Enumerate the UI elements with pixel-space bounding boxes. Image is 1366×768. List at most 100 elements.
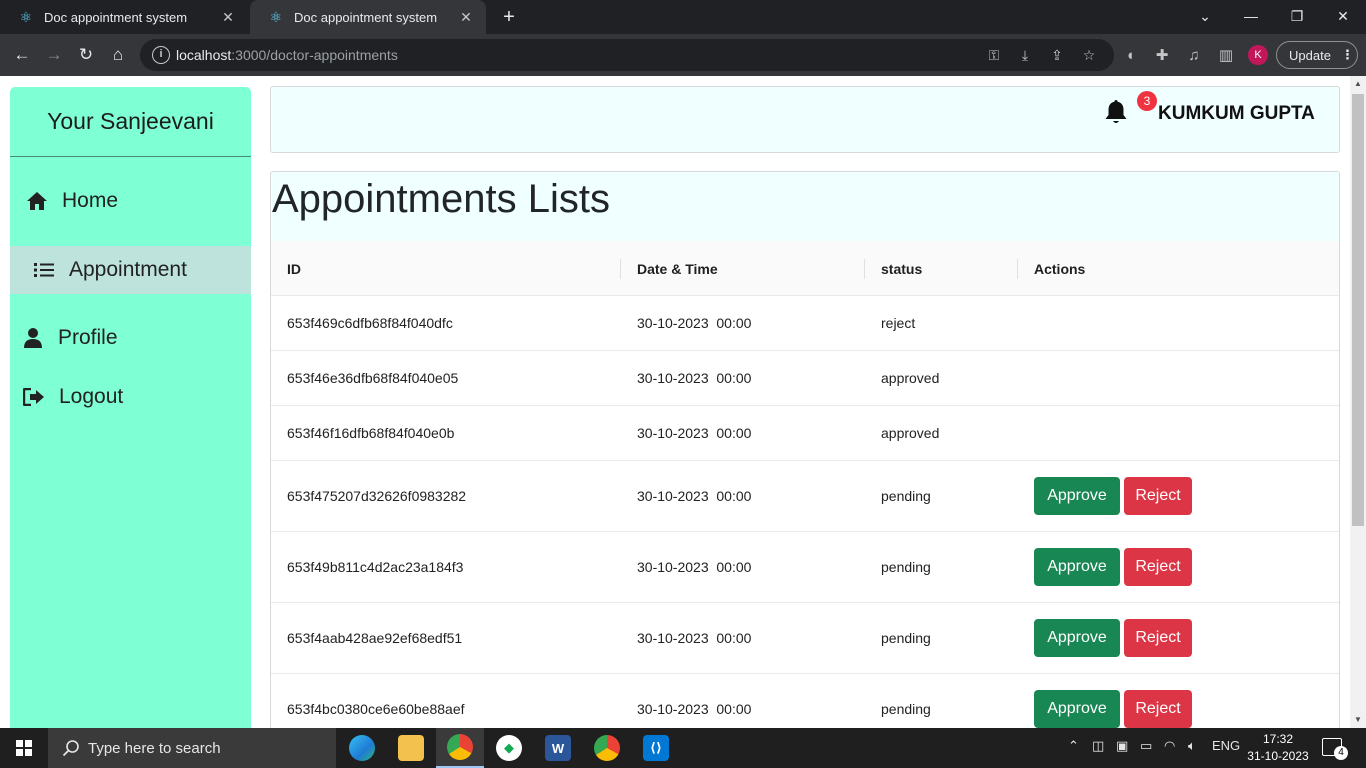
approve-button[interactable]: Approve [1034,477,1120,515]
scrollbar-thumb[interactable] [1352,94,1364,526]
table-row: 653f46f16dfb68f84f040e0b 30-10-2023 00:0… [271,406,1339,461]
taskbar-word[interactable]: W [534,728,582,768]
volume-icon[interactable]: 🔈︎ [1188,738,1196,754]
battery-icon[interactable]: ▭ [1140,738,1152,754]
cell-id: 653f469c6dfb68f84f040dfc [287,315,453,331]
forward-arrow-icon[interactable]: → [41,42,67,68]
new-tab-plus-icon[interactable]: + [498,5,520,29]
windows-start-icon[interactable] [16,740,32,756]
tab-title: Doc appointment system [294,9,438,25]
sidebar-item-appointment[interactable]: Appointment [10,246,251,294]
column-separator [620,259,621,279]
address-bar[interactable]: i localhost:3000/doctor-appointments ⚿ ⤓… [140,39,1114,71]
more-menu-icon: ⋮ [1340,47,1354,62]
key-icon[interactable]: ⚿ [985,46,1003,64]
scroll-up-arrow-icon[interactable]: ▲ [1350,76,1366,92]
taskbar-mongodb[interactable]: ◆ [485,728,533,768]
cell-datetime: 30-10-2023 00:00 [637,559,752,575]
taskbar-chrome[interactable] [583,728,631,768]
approve-button[interactable]: Approve [1034,548,1120,586]
table-row: 653f469c6dfb68f84f040dfc 30-10-2023 00:0… [271,296,1339,351]
browser-tab[interactable]: ⚛ Doc appointment system ✕ [0,0,248,34]
show-hidden-icons-chevron-icon[interactable]: ⌃ [1068,738,1079,754]
input-language[interactable]: ENG [1212,738,1240,753]
notification-badge[interactable]: 3 [1137,91,1157,111]
install-app-icon[interactable]: ⤓ [1016,46,1034,64]
logout-icon [22,385,46,409]
reject-button[interactable]: Reject [1124,477,1192,515]
side-panel-icon[interactable]: ▥ [1216,46,1236,66]
reload-icon[interactable]: ↻ [73,42,99,68]
close-tab-icon[interactable]: ✕ [220,9,236,26]
folder-icon [398,735,424,761]
sidebar-item-logout[interactable]: Logout [10,373,251,421]
table-header: ID Date & Time status Actions [271,241,1339,296]
column-header-status[interactable]: status [864,241,923,296]
share-icon[interactable]: ⇪ [1048,46,1066,64]
search-icon [62,739,80,757]
browser-toolbar: ← → ↻ ⌂ i localhost:3000/doctor-appointm… [0,34,1366,76]
notification-bell-icon[interactable] [1104,99,1130,127]
word-icon: W [545,735,571,761]
cell-status: pending [881,559,931,575]
wifi-icon[interactable]: ◠ [1164,738,1175,754]
page-scrollbar[interactable]: ▲ ▼ [1350,76,1366,728]
reject-button[interactable]: Reject [1124,548,1192,586]
page-viewport: Your Sanjeevani Home Appointment Profile… [0,76,1350,728]
taskbar-chrome-active[interactable] [436,728,484,768]
sidebar-brand: Your Sanjeevani [10,87,251,157]
restore-window-icon[interactable]: ❐ [1274,0,1320,34]
reject-button[interactable]: Reject [1124,690,1192,728]
user-name: KUMKUM GUPTA [1158,103,1315,124]
clock-date: 31-10-2023 [1247,749,1309,763]
cell-datetime: 30-10-2023 00:00 [637,315,752,331]
tab-title: Doc appointment system [44,9,188,25]
mongodb-leaf-icon: ◆ [496,735,522,761]
sidebar-item-profile[interactable]: Profile [10,314,251,362]
taskbar-clock[interactable]: 17:32 31-10-2023 [1240,731,1316,765]
column-header-label: status [881,260,923,277]
taskbar-vscode[interactable]: ⟨⟩ [632,728,680,768]
reject-button[interactable]: Reject [1124,619,1192,657]
close-window-icon[interactable]: ✕ [1320,0,1366,34]
close-tab-icon[interactable]: ✕ [458,9,474,26]
update-button[interactable]: Update ⋮ [1276,41,1358,69]
media-control-icon[interactable]: ♫ [1184,46,1204,66]
meet-now-icon[interactable]: ◫ [1092,738,1104,754]
cell-id: 653f4bc0380ce6e60be88aef [287,701,465,717]
column-header-actions[interactable]: Actions [1017,241,1085,296]
column-header-id[interactable]: ID [287,241,301,296]
vscode-icon: ⟨⟩ [643,735,669,761]
cell-datetime: 30-10-2023 00:00 [637,370,752,386]
cell-id: 653f46e36dfb68f84f040e05 [287,370,459,386]
user-icon [21,326,45,350]
taskbar-search-box[interactable]: Type here to search [48,728,336,768]
approve-button[interactable]: Approve [1034,619,1120,657]
action-center-count: 4 [1334,746,1348,760]
taskbar-edge[interactable] [338,728,386,768]
tab-search-chevron-icon[interactable]: ⌄ [1182,0,1228,34]
cell-datetime: 30-10-2023 00:00 [637,488,752,504]
taskbar-file-explorer[interactable] [387,728,435,768]
approve-button[interactable]: Approve [1034,690,1120,728]
cell-id: 653f46f16dfb68f84f040e0b [287,425,455,441]
list-icon [32,258,56,282]
sidebar-item-label: Profile [58,326,118,349]
cell-id: 653f4aab428ae92ef68edf51 [287,630,463,646]
extension-icon[interactable]: ◖ [1120,46,1140,66]
back-arrow-icon[interactable]: ← [9,42,35,68]
scroll-down-arrow-icon[interactable]: ▼ [1350,712,1366,728]
display-icon[interactable]: ▣ [1116,738,1128,754]
puzzle-extensions-icon[interactable]: ✚ [1152,46,1172,66]
bookmark-star-icon[interactable]: ☆ [1080,46,1098,64]
cell-actions: Approve Reject [1034,603,1192,673]
browser-tab-active[interactable]: ⚛ Doc appointment system ✕ [250,0,486,34]
column-header-datetime[interactable]: Date & Time [620,241,718,296]
minimize-window-icon[interactable]: — [1228,0,1274,34]
home-icon[interactable]: ⌂ [105,42,131,68]
browser-tab-strip: ⚛ Doc appointment system ✕ ⚛ Doc appoint… [0,0,1366,34]
cell-status: approved [881,425,940,441]
site-info-icon[interactable]: i [152,46,170,64]
sidebar-item-home[interactable]: Home [10,177,251,225]
profile-avatar[interactable]: K [1248,45,1268,65]
